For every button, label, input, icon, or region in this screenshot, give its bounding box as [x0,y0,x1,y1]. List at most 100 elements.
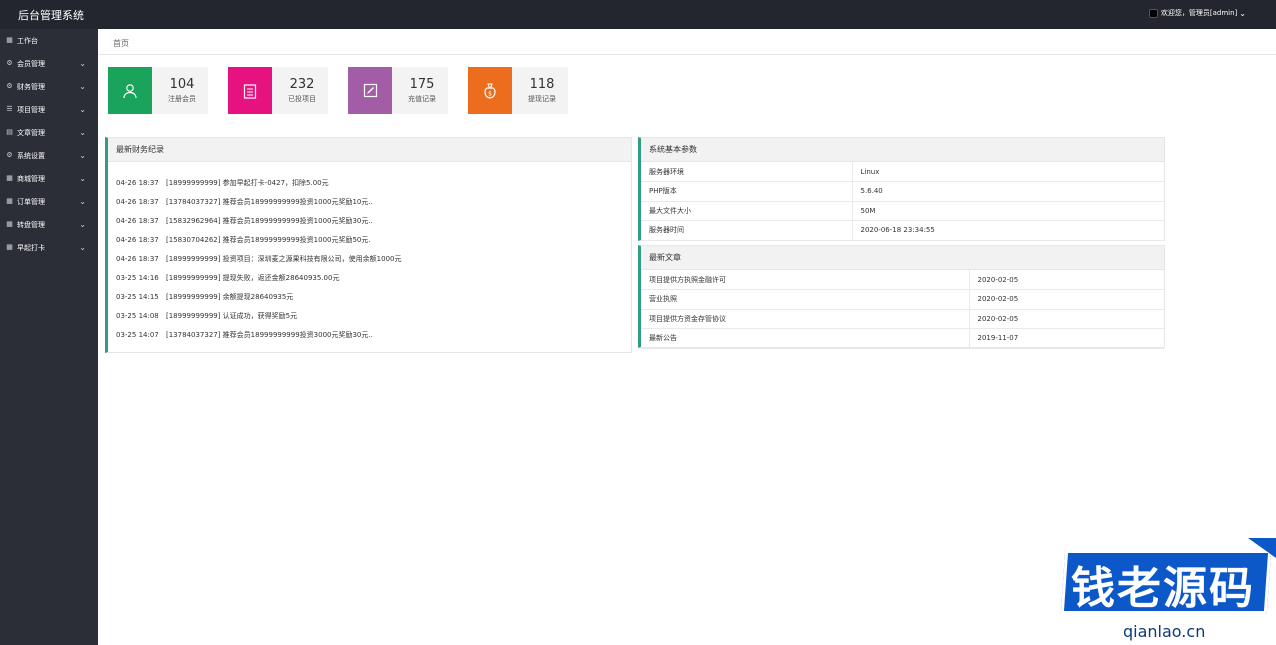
sidebar-item-label: 文章管理 [17,128,45,137]
table-value: 50M [851,201,1164,221]
log-text: [13784037327] 推荐会员18999999999投资1000元奖励10… [166,197,373,206]
stat-value: 232 [289,77,315,92]
table-row: 最大文件大小 50M [641,201,1164,221]
breadcrumb-home[interactable]: 首页 [113,38,129,49]
stat-label: 注册会员 [168,95,196,103]
stat-label: 提现记录 [528,95,556,103]
sidebar-item[interactable]: ▤ 文章管理 ⌄ [0,121,98,144]
clipboard-icon [228,67,272,114]
document-icon: ▤ [6,128,13,136]
list-item: 04-26 18:37 [13784037327] 推荐会员18999999999… [108,192,631,211]
list-item: 03-25 14:08 [18999999999] 认证成功，获得奖励5元 [108,307,631,326]
sidebar-item[interactable]: ⚙ 系统设置 ⌄ [0,144,98,167]
articles-panel-title: 最新文章 [641,246,1164,270]
gear-icon: ⚙ [6,82,13,90]
edit-icon [348,67,392,114]
grid-icon: ▦ [6,36,13,44]
stat-label: 已投项目 [288,95,316,103]
list-item: 04-26 18:37 [15830704262] 推荐会员18999999999… [108,230,631,249]
table-key: 项目提供方执照金融许可 [641,270,969,290]
system-table: 服务器环境 Linux PHP版本 5.6.40 最大文件大小 50M 服务器时间 2020-… [641,162,1164,241]
table-row: 服务器环境 Linux [641,162,1164,182]
table-key: 最新公告 [641,328,969,349]
app-title: 后台管理系统 [18,9,84,22]
log-time: 03-25 14:08 [116,312,159,321]
user-greeting: 欢迎您，管理员[admin] [1160,9,1238,17]
grid-icon: ▦ [6,220,13,228]
chevron-down-icon: ⌄ [79,151,86,160]
chevron-down-icon: ⌄ [79,243,86,252]
breadcrumb: 首页 [98,29,1276,55]
sidebar-item-label: 财务管理 [17,82,45,91]
finance-panel: 最新财务纪录 04-26 18:37 [18999999999] 参加早起打卡-0… [105,137,632,353]
table-key: 服务器时间 [641,220,852,241]
list-item: 03-25 14:16 [18999999999] 提现失败，返还金额286409… [108,268,631,287]
table-value: Linux [851,162,1164,182]
sidebar-item[interactable]: ☰ 项目管理 ⌄ [0,98,98,121]
table-key: PHP版本 [641,181,852,202]
list-item: 04-26 18:37 [18999999999] 投资项目：深圳麦之源果科技有限… [108,249,631,268]
chevron-down-icon: ⌄ [79,105,86,114]
sidebar-item[interactable]: ⚙ 会员管理 ⌄ [0,52,98,75]
sidebar-item-label: 早起打卡 [17,243,45,252]
sidebar-item[interactable]: ▦ 转盘管理 ⌄ [0,213,98,236]
stat-card[interactable]: 104 注册会员 [108,67,208,114]
system-panel: 系统基本参数 服务器环境 Linux PHP版本 5.6.40 最大文件大小 50M 服务器… [638,137,1165,241]
table-key: 项目提供方资金存管协议 [641,309,969,329]
finance-panel-title: 最新财务纪录 [108,138,631,162]
stat-label: 充值记录 [408,95,436,103]
svg-text:$: $ [488,90,492,97]
log-time: 04-26 18:37 [116,235,159,244]
table-key: 营业执照 [641,289,969,310]
chevron-down-icon: ⌄ [79,128,86,137]
sidebar-item[interactable]: ⚙ 财务管理 ⌄ [0,75,98,98]
stat-card[interactable]: 175 充值记录 [348,67,448,114]
log-time: 04-26 18:37 [116,178,159,187]
system-panel-title: 系统基本参数 [641,138,1164,162]
log-time: 04-26 18:37 [116,216,159,225]
stat-value: 104 [169,77,195,92]
log-time: 04-26 18:37 [116,197,159,206]
top-bar: 后台管理系统 欢迎您，管理员[admin] ⌄ [0,0,1276,29]
sidebar-item[interactable]: ▦ 商城管理 ⌄ [0,167,98,190]
sidebar-item-label: 转盘管理 [17,220,45,229]
log-time: 03-25 14:16 [116,274,159,283]
money-bag-icon: $ [468,67,512,114]
sidebar-item-label: 工作台 [17,36,38,45]
log-text: [18999999999] 余额提现28640935元 [166,293,294,302]
log-time: 03-25 14:15 [116,293,159,302]
sidebar-item[interactable]: ▦ 工作台 [0,29,98,52]
sidebar-item-label: 会员管理 [17,59,45,68]
list-item: 03-25 14:07 [13784037327] 推荐会员18999999999… [108,326,631,345]
chevron-down-icon: ⌄ [79,220,86,229]
log-text: [15832962964] 推荐会员18999999999投资1000元奖励30… [166,216,373,225]
chevron-down-icon: ⌄ [1239,8,1246,18]
table-value: 2020-06-18 23:34:55 [851,220,1164,241]
table-row: 最新公告 2019-11-07 [641,328,1164,349]
stat-card[interactable]: 232 已投项目 [228,67,328,114]
sidebar-item-label: 系统设置 [17,151,45,160]
table-key: 服务器环境 [641,162,852,182]
stat-card[interactable]: $118 提现记录 [468,67,568,114]
table-value: 2019-11-07 [968,328,1164,349]
grid-icon: ▦ [6,174,13,182]
articles-table: 项目提供方执照金融许可 2020-02-05 营业执照 2020-02-05 项目提供方… [641,270,1164,349]
list-icon: ☰ [6,105,13,113]
chevron-down-icon: ⌄ [79,82,86,91]
watermark-url: qianlao.cn [1123,622,1206,641]
table-value: 2020-02-05 [968,289,1164,310]
articles-panel: 最新文章 项目提供方执照金融许可 2020-02-05 营业执照 2020-02-05… [638,245,1165,349]
list-item: 04-26 18:37 [18999999999] 参加早起打卡-0427，扣除5… [108,173,631,192]
chevron-down-icon: ⌄ [79,197,86,206]
table-value: 2020-02-05 [968,270,1164,290]
table-value: 5.6.40 [851,181,1164,202]
sidebar-item[interactable]: ▦ 早起打卡 ⌄ [0,236,98,259]
grid-icon: ▦ [6,197,13,205]
list-item: 04-26 18:37 [15832962964] 推荐会员18999999999… [108,211,631,230]
chevron-down-icon: ⌄ [79,59,86,68]
log-text: [18999999999] 提现失败，返还金额28640935.00元 [166,274,340,283]
gear-icon: ⚙ [6,151,13,159]
user-menu[interactable]: 欢迎您，管理员[admin] ⌄ [1148,8,1246,18]
gear-icon: ⚙ [6,59,13,67]
sidebar-item[interactable]: ▦ 订单管理 ⌄ [0,190,98,213]
